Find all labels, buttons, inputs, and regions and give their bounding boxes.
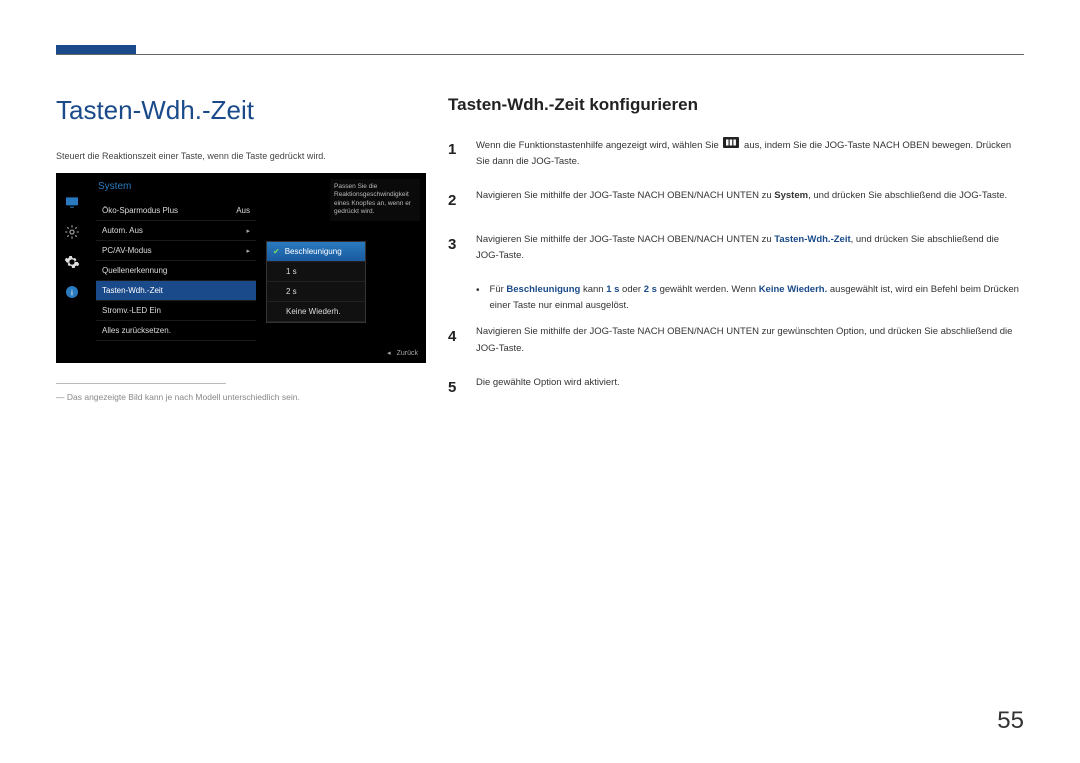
step-number: 1 xyxy=(448,137,462,170)
svg-text:i: i xyxy=(71,287,73,297)
osd-item-reset: Alles zurücksetzen. xyxy=(96,321,256,341)
step-number: 4 xyxy=(448,324,462,356)
osd-menu-title: System xyxy=(98,181,131,192)
bullet-body: Für Beschleunigung kann 1 s oder 2 s gew… xyxy=(490,282,1024,314)
section-heading: Tasten-Wdh.-Zeit xyxy=(56,95,426,126)
options-icon xyxy=(63,223,81,241)
osd-sub-norepeat: Keine Wiederh. xyxy=(267,302,365,322)
configure-heading: Tasten-Wdh.-Zeit konfigurieren xyxy=(448,95,1024,115)
step-body: Wenn die Funktionstastenhilfe angezeigt … xyxy=(476,137,1024,170)
footnote: ― Das angezeigte Bild kann je nach Model… xyxy=(56,392,426,402)
osd-item-eco: Öko-Sparmodus PlusAus xyxy=(96,201,256,221)
back-arrow-icon: ◂ xyxy=(387,349,391,357)
osd-sub-1s: 1 s xyxy=(267,262,365,282)
step-2: 2 Navigieren Sie mithilfe der JOG-Taste … xyxy=(448,188,1024,214)
step-body: Navigieren Sie mithilfe der JOG-Taste NA… xyxy=(476,188,1024,214)
step-1: 1 Wenn die Funktionstastenhilfe angezeig… xyxy=(448,137,1024,170)
page-number: 55 xyxy=(997,707,1024,735)
step-body: Die gewählte Option wird aktiviert. xyxy=(476,375,1024,401)
top-divider xyxy=(56,54,1024,55)
step-body: Navigieren Sie mithilfe der JOG-Taste NA… xyxy=(476,232,1024,264)
step-number: 2 xyxy=(448,188,462,214)
osd-hint-text: Passen Sie die Reaktionsgeschwindigkeit … xyxy=(330,179,420,221)
osd-sub-2s: 2 s xyxy=(267,282,365,302)
step-3-bullet: • Für Beschleunigung kann 1 s oder 2 s g… xyxy=(476,282,1024,314)
step-3: 3 Navigieren Sie mithilfe der JOG-Taste … xyxy=(448,232,1024,264)
osd-item-autooff: Autom. Aus▸ xyxy=(96,221,256,241)
gear-icon xyxy=(63,253,81,271)
right-column: Tasten-Wdh.-Zeit konfigurieren 1 Wenn di… xyxy=(448,95,1024,418)
osd-item-pcav: PC/AV-Modus▸ xyxy=(96,241,256,261)
step-body: Navigieren Sie mithilfe der JOG-Taste NA… xyxy=(476,324,1024,356)
step-5: 5 Die gewählte Option wird aktiviert. xyxy=(448,375,1024,401)
osd-menu-list: Öko-Sparmodus PlusAus Autom. Aus▸ PC/AV-… xyxy=(96,201,256,341)
menu-icon xyxy=(723,137,739,154)
step-number: 3 xyxy=(448,232,462,264)
osd-item-key-repeat: Tasten-Wdh.-Zeit xyxy=(96,281,256,301)
osd-sidebar: i xyxy=(56,173,88,363)
section-description: Steuert die Reaktionszeit einer Taste, w… xyxy=(56,151,426,161)
step-4: 4 Navigieren Sie mithilfe der JOG-Taste … xyxy=(448,324,1024,356)
top-tab-marker xyxy=(56,45,136,54)
bullet-dot-icon: • xyxy=(476,282,480,314)
osd-submenu: ✔Beschleunigung 1 s 2 s Keine Wiederh. xyxy=(266,241,366,323)
monitor-icon xyxy=(63,193,81,211)
left-column: Tasten-Wdh.-Zeit Steuert die Reaktionsze… xyxy=(56,95,426,402)
osd-back-button: ◂ Zurück xyxy=(387,349,418,357)
footnote-divider xyxy=(56,383,226,384)
osd-sub-acceleration: ✔Beschleunigung xyxy=(267,242,365,262)
osd-item-source: Quellenerkennung xyxy=(96,261,256,281)
osd-item-led: Stromv.-LED Ein xyxy=(96,301,256,321)
check-icon: ✔ xyxy=(273,247,280,256)
osd-screenshot: i System Öko-Sparmodus PlusAus Autom. Au… xyxy=(56,173,426,363)
step-number: 5 xyxy=(448,375,462,401)
info-icon: i xyxy=(63,283,81,301)
